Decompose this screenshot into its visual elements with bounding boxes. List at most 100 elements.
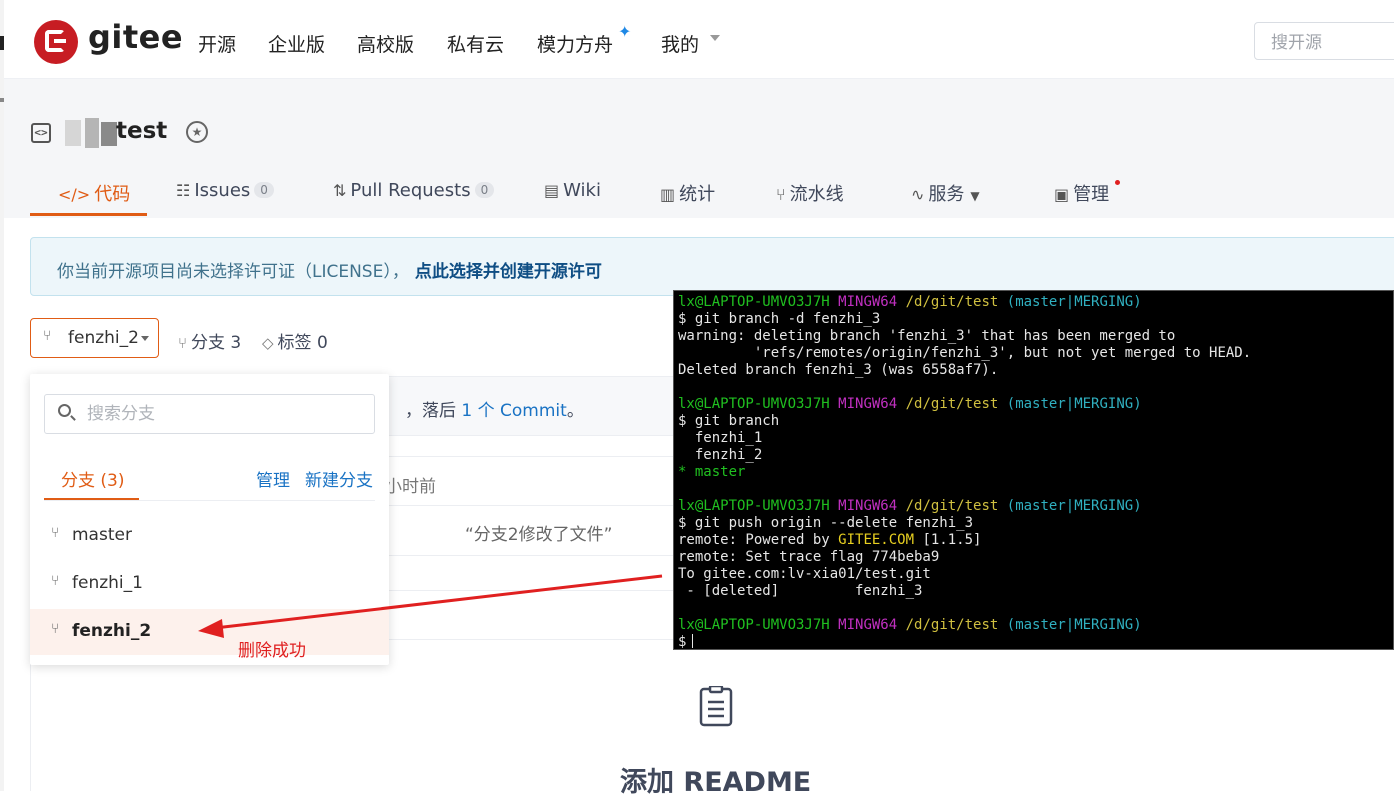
tab-service[interactable]: ∿ 服务 ▼ — [911, 180, 980, 206]
dropdown-tab-branches[interactable]: 分支 (3) — [61, 466, 124, 491]
terminal-cursor — [692, 634, 694, 648]
terminal-text: GITEE.COM — [838, 532, 915, 548]
wiki-icon: ▤ — [544, 181, 560, 200]
pr-count: 0 — [474, 182, 495, 198]
terminal-text: $ — [678, 634, 687, 650]
tab-stats[interactable]: ▥ 统计 — [660, 180, 715, 206]
terminal-text: [1.1.5] — [914, 532, 982, 548]
terminal-window[interactable]: lx@LAPTOP-UMVO3J7H MINGW64 /d/git/test (… — [673, 290, 1394, 650]
branch-item-label: fenzhi_1 — [72, 573, 143, 593]
branch-icon: ⑂ — [51, 621, 60, 637]
commit-prefix: ，落后 — [405, 401, 462, 421]
tab-label: Issues — [194, 180, 251, 201]
nav-item-open-source[interactable]: 开源 — [198, 30, 236, 57]
license-link[interactable]: 点此选择并创建开源许可 — [415, 262, 602, 282]
nav-item-enterprise[interactable]: 企业版 — [268, 30, 325, 57]
prompt-branch: (master|MERGING) — [1006, 294, 1142, 310]
prompt-path: /d/git/test — [905, 498, 999, 514]
tab-label: Pull Requests — [350, 180, 471, 201]
commit-suffix: 。 — [566, 401, 584, 421]
prompt-branch: (master|MERGING) — [1006, 396, 1142, 412]
pipeline-icon: ⑂ — [776, 185, 786, 204]
code-repo-icon: <> — [31, 123, 51, 143]
terminal-prompt: lx@LAPTOP-UMVO3J7H MINGW64 /d/git/test (… — [678, 294, 1142, 311]
terminal-line: fenzhi_2 — [678, 447, 763, 463]
logo-text[interactable]: gitee — [88, 18, 183, 56]
branch-search[interactable] — [44, 394, 375, 434]
manage-icon: ▣ — [1054, 185, 1070, 204]
tab-code[interactable]: </> 代码 — [58, 180, 130, 206]
top-header: gitee 开源 企业版 高校版 私有云 模力方舟 ✦ 我的 — [4, 0, 1394, 79]
tab-label: 流水线 — [789, 184, 844, 205]
prompt-env: MINGW64 — [838, 294, 898, 310]
prompt-user: lx@LAPTOP-UMVO3J7H — [678, 294, 830, 310]
issues-icon: ☷ — [176, 181, 191, 200]
nav-item-private-cloud[interactable]: 私有云 — [447, 30, 504, 57]
license-banner: 你当前开源项目尚未选择许可证（LICENSE）， 点此选择并创建开源许可 — [30, 237, 1394, 296]
prompt-env: MINGW64 — [838, 617, 898, 633]
tab-issues[interactable]: ☷ Issues 0 — [176, 180, 274, 201]
terminal-line: To gitee.com:lv-xia01/test.git — [678, 566, 931, 582]
branch-count-link[interactable]: ⑂ 分支 3 — [178, 328, 241, 353]
prompt-branch: (master|MERGING) — [1006, 498, 1142, 514]
commit-message[interactable]: “分支2修改了文件” — [465, 520, 612, 545]
manage-branches-link[interactable]: 管理 — [256, 466, 290, 491]
branch-item-fenzhi-1[interactable]: ⑂ fenzhi_1 — [30, 561, 389, 607]
commit-link[interactable]: 1 个 Commit — [461, 401, 566, 421]
nav-item-education[interactable]: 高校版 — [357, 30, 414, 57]
terminal-line: 'refs/remotes/origin/fenzhi_3', but not … — [678, 345, 1252, 361]
terminal-line: $ git branch -d fenzhi_3 — [678, 311, 881, 327]
readme-file-icon — [699, 686, 733, 727]
tab-manage[interactable]: ▣ 管理 — [1054, 180, 1109, 206]
branch-icon: ⑂ — [178, 334, 188, 352]
annotation-text: 删除成功 — [238, 641, 306, 661]
tag-count: 标签 0 — [277, 333, 328, 353]
nav-item-mine[interactable]: 我的 — [661, 30, 699, 57]
terminal-line: fenzhi_1 — [678, 430, 763, 446]
prompt-env: MINGW64 — [838, 498, 898, 514]
header-search-input[interactable] — [1269, 32, 1393, 54]
tab-wiki[interactable]: ▤ Wiki — [544, 180, 601, 201]
gitee-logo-icon[interactable] — [34, 20, 78, 64]
tab-label: 服务 — [928, 184, 965, 205]
terminal-line: * master — [678, 464, 746, 480]
repo-name[interactable]: test — [116, 118, 167, 144]
dropdown-separator — [44, 500, 375, 501]
pull-request-icon: ⇅ — [333, 181, 347, 200]
tag-count-link[interactable]: ◇ 标签 0 — [262, 328, 328, 353]
tab-pull-requests[interactable]: ⇅ Pull Requests 0 — [333, 180, 495, 201]
readme-title[interactable]: 添加 README — [620, 760, 811, 799]
prompt-user: lx@LAPTOP-UMVO3J7H — [678, 498, 830, 514]
chevron-down-icon — [141, 336, 149, 341]
branch-icon: ⑂ — [51, 525, 60, 541]
stats-icon: ▥ — [660, 185, 676, 204]
blurred-owner — [85, 118, 99, 148]
header-search[interactable] — [1254, 22, 1394, 60]
terminal-line: Deleted branch fenzhi_3 (was 6558af7). — [678, 362, 999, 378]
terminal-prompt: lx@LAPTOP-UMVO3J7H MINGW64 /d/git/test (… — [678, 617, 1142, 634]
commit-compare-text: ，落后 1 个 Commit。 — [405, 396, 584, 421]
blurred-owner — [101, 122, 117, 146]
prompt-env: MINGW64 — [838, 396, 898, 412]
chevron-down-icon: ▼ — [970, 189, 980, 203]
branch-select-button[interactable]: ⑂ fenzhi_2 — [30, 318, 159, 358]
branch-item-fenzhi-2[interactable]: ⑂ fenzhi_2 — [30, 609, 389, 655]
tab-label: 统计 — [679, 184, 716, 205]
license-message: 你当前开源项目尚未选择许可证（LICENSE）， — [57, 262, 409, 282]
new-branch-link[interactable]: 新建分支 — [305, 466, 373, 491]
tab-pipeline[interactable]: ⑂ 流水线 — [776, 180, 844, 206]
logo-g-bar — [54, 39, 66, 43]
current-branch-label: fenzhi_2 — [68, 328, 139, 348]
nav-item-moli[interactable]: 模力方舟 — [537, 30, 613, 57]
terminal-input-line[interactable]: $ — [678, 634, 694, 650]
branch-icon: ⑂ — [51, 573, 60, 589]
branch-search-input[interactable] — [85, 403, 359, 425]
prompt-user: lx@LAPTOP-UMVO3J7H — [678, 396, 830, 412]
branch-icon: ⑂ — [43, 328, 52, 344]
prompt-path: /d/git/test — [905, 396, 999, 412]
prompt-user: lx@LAPTOP-UMVO3J7H — [678, 617, 830, 633]
terminal-line: $ git branch — [678, 413, 780, 429]
tab-label: Wiki — [563, 180, 601, 201]
recommend-badge-icon[interactable]: ★ — [186, 121, 208, 143]
branch-item-master[interactable]: ⑂ master — [30, 513, 389, 559]
